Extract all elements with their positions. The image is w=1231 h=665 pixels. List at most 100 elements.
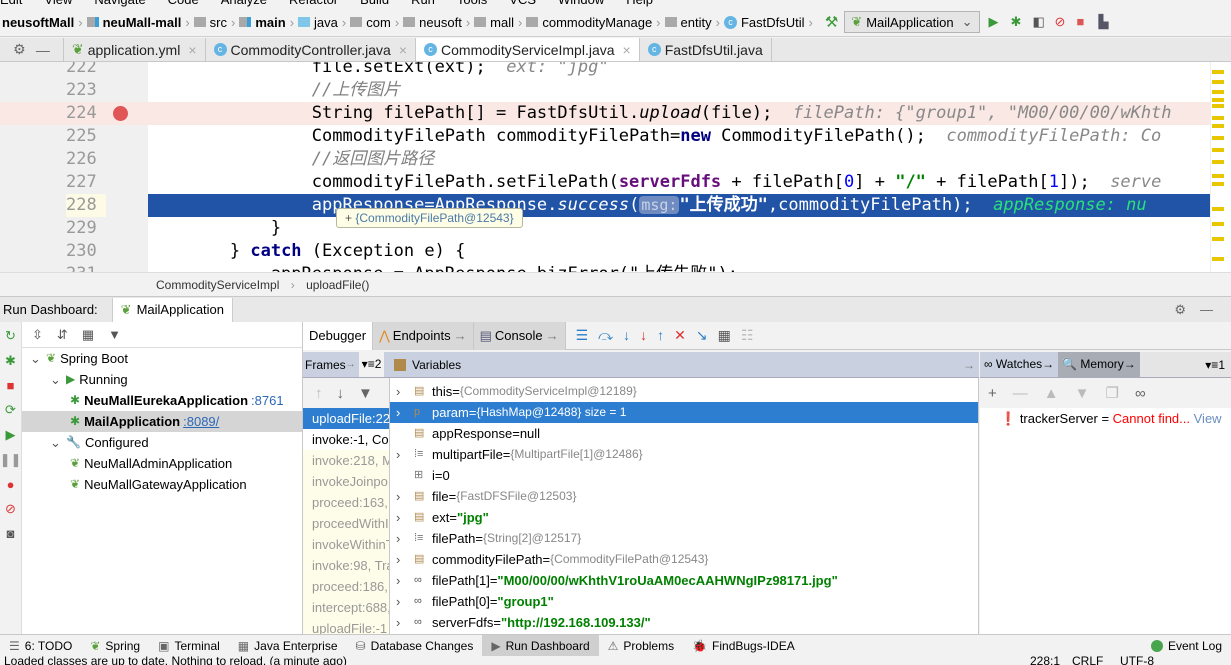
tool-window-java-enterprise[interactable]: ▦ Java Enterprise [229, 635, 347, 657]
code-line[interactable]: 229 } [0, 217, 1210, 240]
watch-count[interactable]: ▾≡1 [1205, 358, 1225, 372]
tab-application-yml[interactable]: ❦ application.yml × [64, 38, 206, 61]
chevron-down-icon[interactable]: ⌄ [50, 432, 66, 453]
force-step-into-icon[interactable]: ↓ [640, 327, 647, 344]
variable-row[interactable]: › ∞ filePath[1] = "M00/00/00/wKhthV1roUaAM… [390, 570, 978, 591]
breadcrumb-main[interactable]: main › [237, 15, 296, 30]
rerun-icon[interactable]: ↻ [5, 328, 16, 344]
breadcrumb-FastDfsUtil[interactable]: c FastDfsUtil › [722, 15, 815, 30]
step-into-icon[interactable]: ↓ [623, 327, 630, 344]
chevron-down-icon[interactable]: ⌄ [30, 348, 46, 369]
code-line[interactable]: 226 //返回图片路径 [0, 148, 1210, 171]
breadcrumb-com[interactable]: com › [348, 15, 401, 30]
menu-item-build[interactable]: Build [360, 0, 389, 7]
frame-item[interactable]: uploadFile:-1 [303, 618, 389, 634]
frame-item[interactable]: invokeJoinpo [303, 471, 389, 492]
pause-icon[interactable]: ❚❚ [0, 452, 21, 468]
menu-item-run[interactable]: Run [411, 0, 435, 7]
close-icon[interactable]: × [399, 42, 407, 58]
breakpoint-icon[interactable] [113, 106, 128, 121]
up-arrow-icon[interactable]: ↑ [315, 385, 323, 402]
menu-item-analyze[interactable]: Analyze [221, 0, 267, 7]
error-stripe-mark[interactable] [1212, 136, 1224, 140]
cursor-position[interactable]: 228:1 [1030, 656, 1060, 665]
code-line[interactable]: 223 //上传图片 [0, 79, 1210, 102]
code-editor[interactable]: 222 file.setExt(ext); ext: "jpg" 223 //上传… [0, 62, 1231, 272]
breadcrumb-commodityManage[interactable]: commodityManage › [524, 15, 662, 30]
breadcrumb-entity[interactable]: entity › [663, 15, 722, 30]
error-stripe-mark[interactable] [1212, 90, 1224, 94]
event-log-button[interactable]: Event Log [1142, 635, 1231, 657]
resume-icon[interactable]: ▶ [6, 427, 16, 443]
trace-icon[interactable]: ☷ [741, 327, 754, 344]
debug-icon[interactable]: ✱ [5, 353, 16, 369]
step-out-icon[interactable]: ↑ [657, 327, 664, 344]
error-stripe-mark[interactable] [1212, 207, 1224, 211]
code-line[interactable]: 230 } catch (Exception e) { [0, 240, 1210, 263]
restart-icon[interactable]: ⟳ [5, 402, 16, 418]
tree-item[interactable]: ✱ MailApplication:8089/ [22, 411, 302, 432]
code-line[interactable]: 227 commodityFilePath.setFilePath(server… [0, 171, 1210, 194]
frame-item[interactable]: proceedWithI [303, 513, 389, 534]
gear-icon[interactable]: ⚙ [1174, 302, 1186, 318]
camera-icon[interactable]: ◙ [7, 526, 15, 541]
variable-row[interactable]: › ▤ file = {FastDFSFile@12503} [390, 486, 978, 507]
remove-icon[interactable]: — [1013, 385, 1028, 402]
menu-item-code[interactable]: Code [168, 0, 199, 7]
variable-row[interactable]: › ∞ filePath[0] = "group1" [390, 591, 978, 612]
error-stripe-mark[interactable] [1212, 70, 1224, 74]
tree-item[interactable]: ⌄ 🔧 Configured [22, 432, 302, 453]
tool-window-spring[interactable]: ❦ Spring [81, 635, 149, 657]
tab-memory[interactable]: 🔍 Memory→ [1058, 352, 1140, 377]
tree-item[interactable]: ❦ NeuMallAdminApplication [22, 453, 302, 474]
collapse-all-icon[interactable]: ⇵ [57, 327, 68, 343]
threads-dropdown[interactable]: ▾≡2 [358, 352, 385, 377]
line-separator[interactable]: CRLF [1072, 656, 1103, 665]
evaluate-expression-icon[interactable]: ▦ [718, 327, 731, 344]
menu-item-edit[interactable]: Edit [0, 0, 22, 7]
minimize-icon[interactable]: — [1200, 302, 1213, 317]
menu-item-navigate[interactable]: Navigate [94, 0, 145, 7]
mute-breakpoints-icon[interactable]: ⊘ [5, 501, 16, 517]
tab-watches[interactable]: ∞ Watches→ [980, 352, 1059, 377]
step-over-icon[interactable]: ⤼ [598, 327, 613, 344]
chevron-down-icon[interactable]: ⌄ [50, 369, 66, 390]
minimize-icon[interactable]: — [36, 42, 50, 58]
copy-icon[interactable]: ❐ [1105, 384, 1118, 402]
port-link[interactable]: :8761 [251, 390, 284, 411]
build-icon[interactable]: ⚒ [825, 13, 838, 31]
tool-window-database[interactable]: ⛁ Database Changes [347, 635, 483, 657]
error-stripe-mark[interactable] [1212, 98, 1224, 102]
breadcrumb-neusoftMall[interactable]: neusoftMall › [0, 15, 85, 30]
coverage-icon[interactable]: ◧ [1033, 14, 1049, 30]
error-stripe-mark[interactable] [1212, 116, 1224, 120]
code-line[interactable]: 228 appResponse=AppResponse.success(msg:… [0, 194, 1210, 217]
down-icon[interactable]: ▼ [1075, 385, 1090, 402]
tool-window-run-dashboard[interactable]: ▶ Run Dashboard [482, 634, 599, 657]
frame-item[interactable]: invokeWithinT [303, 534, 389, 555]
tab-FastDfsUtil-java[interactable]: c FastDfsUtil.java [640, 38, 772, 61]
close-icon[interactable]: × [623, 42, 631, 58]
code-line[interactable]: 231 appResponse = AppResponse.bizError("… [0, 263, 1210, 272]
tab-CommodityController-java[interactable]: c CommodityController.java × [206, 38, 417, 61]
expand-arrow-icon[interactable]: › [396, 549, 414, 570]
variable-row[interactable]: ⊞ i = 0 [390, 465, 978, 486]
variable-row[interactable]: › ∞ serverFdfs = "http://192.168.109.133/" [390, 612, 978, 633]
run-to-cursor-icon[interactable]: ↘ [696, 327, 708, 344]
frame-item[interactable]: invoke:98, Tra [303, 555, 389, 576]
menu-item-refactor[interactable]: Refactor [289, 0, 338, 7]
breadcrumb-neusoft[interactable]: neusoft › [401, 15, 472, 30]
crumb-class[interactable]: CommodityServiceImpl [156, 278, 279, 292]
tool-window-list[interactable]: ☰ 6: TODO [0, 635, 81, 657]
menu-item-tools[interactable]: Tools [457, 0, 487, 7]
run-config-tab[interactable]: ❦ MailApplication [111, 297, 234, 322]
code-line[interactable]: 225 CommodityFilePath commodityFilePath=… [0, 125, 1210, 148]
expand-arrow-icon[interactable]: › [396, 402, 414, 423]
variable-row[interactable]: › ⁞≡ filePath = {String[2]@12517} [390, 528, 978, 549]
expand-arrow-icon[interactable]: › [396, 570, 414, 591]
frame-item[interactable]: proceed:186, [303, 576, 389, 597]
stop-all-icon[interactable]: ⊘ [1055, 14, 1071, 30]
stop-icon[interactable]: ■ [1077, 14, 1093, 30]
encoding[interactable]: UTF-8 [1120, 656, 1154, 665]
debug-icon[interactable]: ✱ [1011, 14, 1027, 30]
